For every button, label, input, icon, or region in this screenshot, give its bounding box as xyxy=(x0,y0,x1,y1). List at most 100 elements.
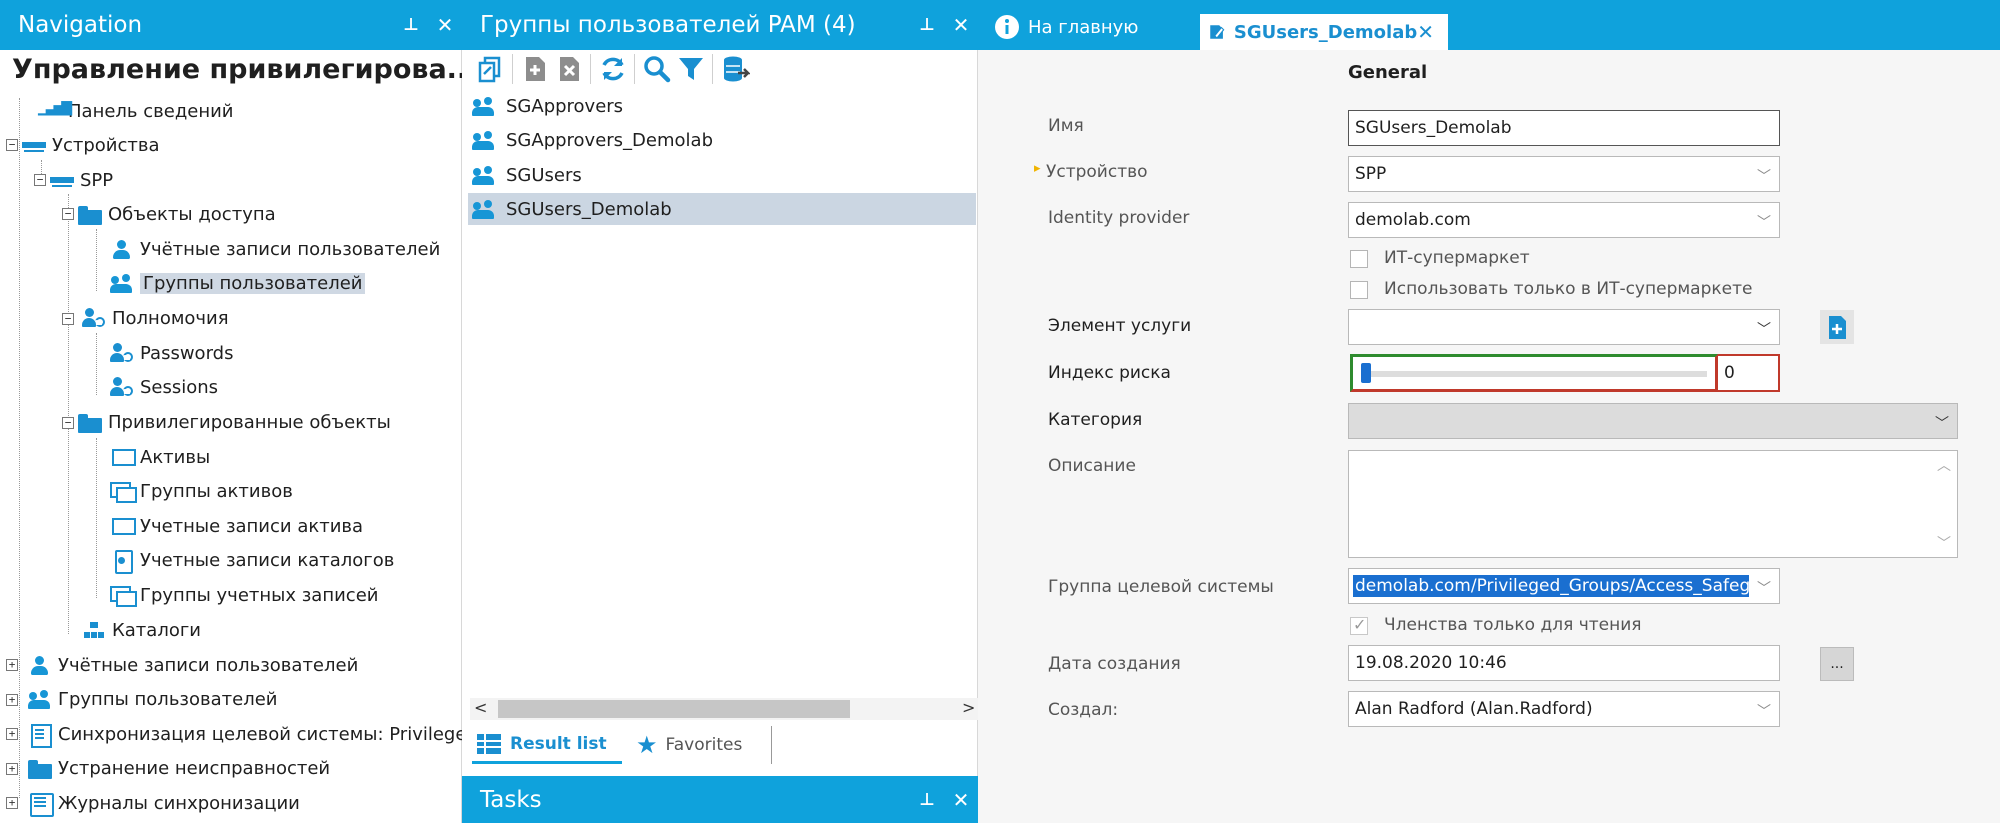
date-picker-button[interactable]: ... xyxy=(1820,647,1854,681)
scrollbar-thumb[interactable] xyxy=(498,700,850,718)
navigation-header-title: Navigation xyxy=(18,12,143,38)
readonly-membership-checkbox[interactable]: ✓ xyxy=(1350,615,1368,635)
tree-item-passwords[interactable]: Passwords xyxy=(110,338,233,368)
pin-icon[interactable]: ⊥ xyxy=(910,790,944,810)
tree-item-account-groups[interactable]: Группы учетных записей xyxy=(110,580,378,610)
risk-slider[interactable] xyxy=(1350,354,1718,392)
horizontal-scrollbar[interactable]: < > xyxy=(470,698,978,720)
tree-item-devices[interactable]: Устройства xyxy=(22,130,160,160)
scroll-left-icon[interactable]: < xyxy=(474,698,487,717)
tree-item-sync-logs[interactable]: Журналы синхронизации xyxy=(28,788,300,818)
folder-icon xyxy=(28,757,52,779)
collapse-toggle[interactable]: − xyxy=(62,313,74,325)
pin-icon[interactable]: ⊥ xyxy=(910,15,944,35)
toolbar-separator xyxy=(512,54,513,84)
tree-line xyxy=(19,98,20,798)
toolbar-separator xyxy=(590,54,591,84)
delete-document-icon[interactable] xyxy=(554,54,584,84)
user-group-icon xyxy=(472,198,498,220)
tree-item-directories[interactable]: Каталоги xyxy=(82,615,201,645)
tab-current-object[interactable]: SGUsers_Demolab ✕ xyxy=(1200,14,1448,50)
user-group-icon xyxy=(472,129,498,151)
search-icon[interactable] xyxy=(642,54,672,84)
add-service-icon[interactable] xyxy=(1820,310,1854,344)
list-item-selected[interactable]: SGUsers_Demolab xyxy=(468,193,976,225)
refresh-icon[interactable] xyxy=(598,54,628,84)
tree-item-troubleshooting[interactable]: Устранение неисправностей xyxy=(28,753,330,783)
list-item[interactable]: SGApprovers_Demolab xyxy=(468,124,976,156)
expand-toggle[interactable]: + xyxy=(6,694,18,706)
list-item[interactable]: SGApprovers xyxy=(468,90,976,122)
tree-item-spp[interactable]: SPP xyxy=(50,165,113,195)
it-market-label: ИТ-супермаркет xyxy=(1384,248,1530,268)
tree-item-asset-accounts[interactable]: Учетные записи актива xyxy=(110,511,363,541)
tree-item-target-sync[interactable]: Синхронизация целевой системы: Privilege… xyxy=(28,719,478,749)
tree-item-sessions[interactable]: Sessions xyxy=(110,372,218,402)
folder-icon xyxy=(78,411,102,433)
pin-icon[interactable]: ⊥ xyxy=(394,15,428,35)
category-select[interactable]: ﹀ xyxy=(1348,403,1958,439)
tree-item-privileged-objects[interactable]: Привилегированные объекты xyxy=(78,407,391,437)
permission-icon xyxy=(110,342,134,364)
close-icon[interactable]: ✕ xyxy=(428,13,462,37)
database-export-icon[interactable] xyxy=(720,54,750,84)
device-icon xyxy=(50,169,74,191)
result-list-panel: Группы пользователей PAM (4) ⊥ ✕ SGAppro… xyxy=(462,0,978,823)
expand-toggle[interactable]: + xyxy=(6,763,18,775)
scroll-down-icon[interactable]: ﹀ xyxy=(1937,533,1951,553)
tab-result-list[interactable]: Result list xyxy=(472,726,622,764)
readonly-membership-label: Членства только для чтения xyxy=(1384,615,1642,635)
collapse-toggle[interactable]: − xyxy=(62,417,74,429)
tree-item-permissions[interactable]: Полномочия xyxy=(82,303,229,333)
created-by-select[interactable]: Alan Radford (Alan.Radford) ﹀ xyxy=(1348,691,1780,727)
close-tab-icon[interactable]: ✕ xyxy=(1417,20,1448,44)
expand-toggle[interactable]: + xyxy=(6,659,18,671)
collapse-toggle[interactable]: − xyxy=(34,174,46,186)
close-icon[interactable]: ✕ xyxy=(944,13,978,37)
add-document-icon[interactable] xyxy=(520,54,550,84)
tree-item-asset-groups[interactable]: Группы активов xyxy=(110,476,293,506)
expand-toggle[interactable]: + xyxy=(6,728,18,740)
tab-home[interactable]: На главную xyxy=(994,12,1138,42)
target-group-select[interactable]: demolab.com/Privileged_Groups/Access_Saf… xyxy=(1348,568,1780,604)
tree-line xyxy=(96,229,97,291)
idp-select[interactable]: demolab.com ﹀ xyxy=(1348,202,1780,238)
tab-favorites[interactable]: ★ Favorites xyxy=(632,726,772,764)
tree-item-user-accounts-root[interactable]: Учётные записи пользователей xyxy=(28,650,358,680)
expand-toggle[interactable]: + xyxy=(6,797,18,809)
it-market-only-checkbox[interactable] xyxy=(1350,281,1368,299)
risk-value-input[interactable]: 0 xyxy=(1718,354,1780,392)
list-item[interactable]: SGUsers xyxy=(468,159,976,191)
tree-item-directory-accounts[interactable]: Учетные записи каталогов xyxy=(110,545,394,575)
filter-icon[interactable] xyxy=(676,54,706,84)
copy-icon[interactable] xyxy=(476,54,506,84)
tree-item-user-groups[interactable]: Группы пользователей xyxy=(110,268,366,298)
scroll-up-icon[interactable]: ︿ xyxy=(1937,455,1951,475)
device-select[interactable]: SPP ﹀ xyxy=(1348,156,1780,192)
chevron-down-icon: ﹀ xyxy=(1757,704,1771,720)
edit-icon xyxy=(1210,25,1225,39)
user-group-icon xyxy=(472,164,498,186)
slider-thumb[interactable] xyxy=(1361,363,1371,383)
service-label: Элемент услуги xyxy=(1048,316,1192,336)
it-market-checkbox[interactable] xyxy=(1350,250,1368,268)
collapse-toggle[interactable]: − xyxy=(6,139,18,151)
tree-item-assets[interactable]: Активы xyxy=(110,442,210,472)
monitors-icon xyxy=(110,584,137,607)
description-textarea[interactable]: ︿ ﹀ xyxy=(1348,450,1958,558)
toolbar-separator xyxy=(712,54,713,84)
scroll-right-icon[interactable]: > xyxy=(962,698,975,717)
risk-label: Индекс риска xyxy=(1048,363,1171,383)
collapse-toggle[interactable]: − xyxy=(62,208,74,220)
slider-track xyxy=(1361,371,1707,377)
toolbar-separator xyxy=(634,54,635,84)
tasks-title: Tasks xyxy=(480,786,542,813)
device-icon xyxy=(22,134,46,156)
tree-item-dashboard[interactable]: Панель сведений xyxy=(38,96,234,126)
name-input[interactable]: SGUsers_Demolab xyxy=(1348,110,1780,146)
tree-item-user-groups-root[interactable]: Группы пользователей xyxy=(28,684,277,714)
tree-item-user-accounts[interactable]: Учётные записи пользователей xyxy=(110,234,440,264)
service-select[interactable]: ﹀ xyxy=(1348,309,1780,345)
tree-item-access-objects[interactable]: Объекты доступа xyxy=(78,199,276,229)
close-icon[interactable]: ✕ xyxy=(944,788,978,812)
